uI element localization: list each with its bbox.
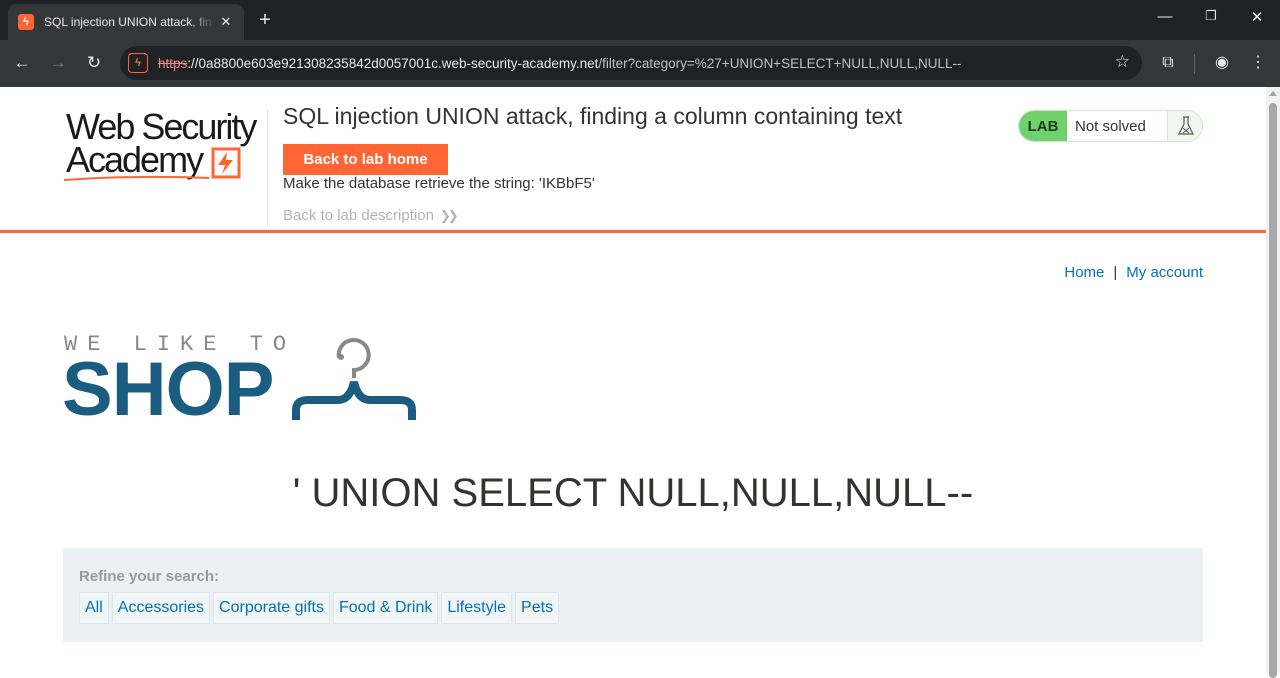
- scrollbar-thumb[interactable]: [1269, 103, 1277, 678]
- shop-name: SHOP: [62, 347, 274, 432]
- browser-chrome: ϟ SQL injection UNION attack, finding a …: [0, 0, 1280, 87]
- favicon-bolt-icon: ϟ: [18, 14, 34, 30]
- shop-logo[interactable]: WE LIKE TO SHOP: [62, 332, 422, 432]
- flask-icon: [1167, 111, 1202, 141]
- top-navigation: Home | My account: [1064, 264, 1203, 281]
- nav-separator: |: [1113, 264, 1118, 281]
- cast-search-icon[interactable]: ⧉: [1157, 52, 1179, 74]
- filter-lifestyle[interactable]: Lifestyle: [441, 592, 513, 624]
- header-divider: [267, 109, 268, 227]
- back-arrow-icon[interactable]: ←: [11, 52, 33, 74]
- filter-corporate-gifts[interactable]: Corporate gifts: [213, 592, 330, 624]
- logo-bolt-icon: [211, 147, 241, 179]
- double-chevron-right-icon: ❯❯: [439, 208, 459, 223]
- hanger-icon: [292, 338, 416, 420]
- lab-status-widget: LAB Not solved: [1018, 110, 1203, 142]
- browser-tab[interactable]: ϟ SQL injection UNION attack, finding a …: [8, 4, 244, 40]
- minimize-icon[interactable]: —: [1153, 8, 1177, 25]
- address-bar[interactable]: ϟ https://0a8800e603e921308235842d005700…: [120, 46, 1142, 80]
- browser-toolbar: ← → ↻ ϟ https://0a8800e603e921308235842d…: [0, 40, 1280, 87]
- tab-strip: ϟ SQL injection UNION attack, finding a …: [0, 0, 1280, 40]
- scroll-up-arrow-icon[interactable]: [1269, 91, 1277, 96]
- url-text[interactable]: https://0a8800e603e921308235842d0057001c…: [158, 56, 962, 71]
- filter-all[interactable]: All: [79, 592, 109, 624]
- restore-icon[interactable]: ❐: [1199, 8, 1223, 24]
- lab-status-text: Not solved: [1067, 111, 1167, 141]
- forward-arrow-icon[interactable]: →: [47, 52, 69, 74]
- my-account-link[interactable]: My account: [1126, 264, 1203, 281]
- web-security-academy-logo[interactable]: Web Security Academy: [64, 109, 264, 184]
- menu-dots-icon[interactable]: ⋮: [1247, 52, 1269, 74]
- reload-icon[interactable]: ↻: [83, 52, 105, 74]
- logo-line-2: Academy: [66, 139, 204, 180]
- page-viewport: Web Security Academy SQL injection UNION…: [0, 87, 1266, 672]
- back-to-lab-description-link[interactable]: Back to lab description ❯❯: [283, 207, 459, 224]
- lab-goal-text: Make the database retrieve the string: '…: [283, 175, 595, 192]
- window-close-icon[interactable]: ✕: [1245, 8, 1269, 26]
- profile-icon[interactable]: ◉: [1211, 52, 1233, 74]
- logo-underline: [64, 175, 210, 181]
- bookmark-star-icon[interactable]: ☆: [1115, 52, 1130, 72]
- filter-pets[interactable]: Pets: [515, 592, 560, 624]
- filter-panel: Refine your search: All Accessories Corp…: [63, 548, 1203, 642]
- filter-food-drink[interactable]: Food & Drink: [332, 592, 439, 624]
- url-path: /filter?category=%27+UNION+SELECT+NULL,N…: [598, 55, 962, 71]
- tab-close-icon[interactable]: ✕: [218, 14, 234, 30]
- lab-title: SQL injection UNION attack, finding a co…: [283, 103, 903, 129]
- toolbar-divider: [1194, 54, 1195, 74]
- url-protocol: https: [158, 55, 188, 71]
- lab-header: Web Security Academy SQL injection UNION…: [0, 87, 1266, 233]
- back-to-lab-home-button[interactable]: Back to lab home: [283, 144, 448, 175]
- site-info-icon[interactable]: ϟ: [128, 53, 148, 73]
- lab-description-label: Back to lab description: [283, 207, 434, 224]
- url-host: ://0a8800e603e921308235842d0057001c.web-…: [187, 55, 599, 71]
- tab-title: SQL injection UNION attack, finding a co…: [44, 15, 214, 29]
- search-result-heading: ' UNION SELECT NULL,NULL,NULL--: [292, 471, 974, 515]
- filter-label: Refine your search:: [79, 568, 220, 585]
- page-scrollbar[interactable]: [1266, 87, 1280, 678]
- filter-accessories[interactable]: Accessories: [111, 592, 211, 624]
- home-link[interactable]: Home: [1064, 264, 1104, 281]
- category-filters: All Accessories Corporate gifts Food & D…: [79, 592, 560, 624]
- lab-badge: LAB: [1019, 111, 1067, 141]
- new-tab-icon[interactable]: +: [254, 9, 276, 31]
